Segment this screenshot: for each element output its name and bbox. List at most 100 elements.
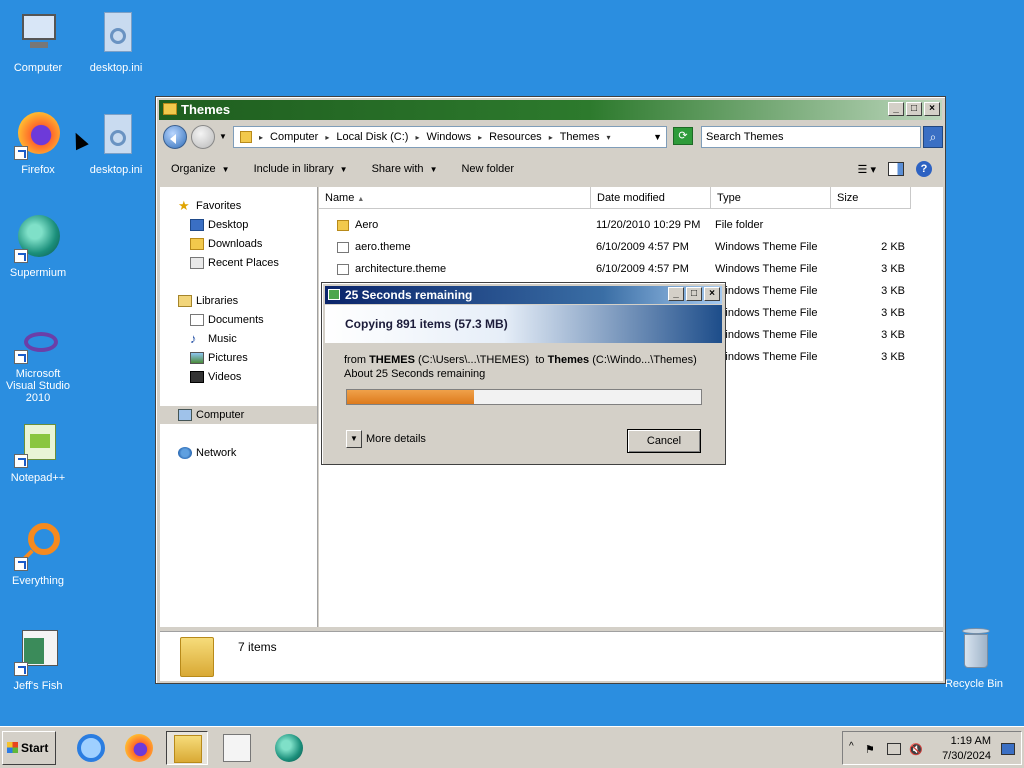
desktop-icon-notepad-plus[interactable]: Notepad++: [0, 420, 76, 484]
back-button[interactable]: [163, 125, 187, 149]
help-icon[interactable]: ?: [916, 161, 932, 177]
folder-icon: [337, 220, 349, 231]
desktop-icon-firefox[interactable]: Firefox: [0, 112, 76, 176]
desktop-icon-label: Computer: [13, 62, 63, 74]
column-header-size[interactable]: Size: [831, 187, 911, 209]
firefox-icon: [125, 734, 153, 762]
volume-muted-icon[interactable]: 🔇: [909, 743, 923, 756]
start-button[interactable]: Start: [2, 731, 56, 765]
shortcut-arrow-icon: [14, 249, 28, 263]
taskbar-firefox[interactable]: [118, 731, 160, 765]
desktop-icon-label: Jeff's Fish: [13, 680, 63, 692]
column-header-date[interactable]: Date modified: [591, 187, 711, 209]
shortcut-arrow-icon: [14, 557, 28, 571]
desktop-icon-everything[interactable]: Everything: [0, 523, 76, 587]
network-icon: [178, 447, 192, 459]
nav-recent-places[interactable]: Recent Places: [190, 254, 279, 272]
nav-pictures[interactable]: Pictures: [190, 349, 248, 367]
theme-file-icon: [337, 264, 349, 275]
desktop-icon-label: desktop.ini: [89, 62, 143, 74]
shortcut-arrow-icon: [14, 662, 28, 676]
everything-icon: [14, 523, 62, 571]
copy-progress-dialog[interactable]: 25 Seconds remaining _ □ × Copying 891 i…: [321, 282, 726, 465]
maximize-button[interactable]: □: [906, 102, 922, 116]
table-row[interactable]: architecture.theme 6/10/2009 4:57 PM Win…: [319, 259, 939, 281]
clock[interactable]: 1:19 AM 7/30/2024: [942, 734, 991, 764]
include-in-library-menu[interactable]: Include in library ▼: [242, 163, 360, 175]
address-dropdown-button[interactable]: ▼: [653, 132, 662, 142]
folder-icon: [174, 735, 202, 763]
breadcrumb-themes[interactable]: Themes: [560, 131, 600, 143]
nav-network[interactable]: Network: [178, 444, 236, 462]
chevron-down-icon[interactable]: ▼: [346, 430, 362, 448]
minimize-button[interactable]: _: [668, 287, 684, 301]
desktop-icon-desktop-ini[interactable]: desktop.ini: [78, 10, 154, 74]
address-row: ▼ ▸ Computer ▸ Local Disk (C:) ▸ Windows…: [159, 123, 943, 151]
table-row[interactable]: Aero 11/20/2010 10:29 PM File folder: [319, 215, 939, 237]
show-desktop-icon[interactable]: [1001, 743, 1015, 755]
time-remaining: About 25 Seconds remaining: [344, 368, 486, 380]
nav-downloads[interactable]: Downloads: [190, 235, 262, 253]
breadcrumb-resources[interactable]: Resources: [489, 131, 542, 143]
clock-date: 7/30/2024: [942, 750, 991, 762]
show-hidden-icons-button[interactable]: ^: [849, 741, 854, 752]
dialog-header: Copying 891 items (57.3 MB): [325, 305, 722, 343]
firefox-icon: [14, 112, 62, 160]
organize-menu[interactable]: Organize ▼: [159, 163, 242, 175]
desktop-icon-label: desktop.ini: [89, 164, 143, 176]
taskbar-media-player[interactable]: [216, 731, 258, 765]
nav-desktop[interactable]: Desktop: [190, 216, 248, 234]
search-input[interactable]: Search Themes: [701, 126, 921, 148]
preview-pane-icon[interactable]: [888, 162, 904, 176]
shortcut-arrow-icon: [14, 454, 28, 468]
taskbar-supermium[interactable]: [268, 731, 310, 765]
desktop-icon-computer[interactable]: Computer: [0, 10, 76, 74]
desktop-icon-label: Microsoft Visual Studio 2010: [5, 368, 70, 404]
breadcrumb-computer[interactable]: Computer: [270, 131, 318, 143]
breadcrumb-windows[interactable]: Windows: [426, 131, 471, 143]
item-count: 7 items: [238, 640, 277, 654]
share-with-menu[interactable]: Share with ▼: [360, 163, 450, 175]
nav-music[interactable]: ♪ Music: [190, 330, 237, 348]
maximize-button[interactable]: □: [686, 287, 702, 301]
nav-libraries[interactable]: Libraries: [178, 292, 238, 310]
address-bar[interactable]: ▸ Computer ▸ Local Disk (C:) ▸ Windows ▸…: [233, 126, 667, 148]
desktop-icon-supermium[interactable]: Supermium: [0, 215, 76, 279]
cancel-button[interactable]: Cancel: [627, 429, 701, 453]
desktop-icon-desktop-ini-2[interactable]: desktop.ini: [78, 112, 154, 176]
pictures-icon: [190, 352, 204, 364]
taskbar-internet-explorer[interactable]: [70, 731, 112, 765]
command-bar: Organize ▼ Include in library ▼ Share with…: [159, 155, 942, 183]
search-icon[interactable]: ⌕: [923, 126, 943, 148]
more-details-toggle[interactable]: ▼ More details: [346, 430, 426, 448]
minimize-button[interactable]: _: [888, 102, 904, 116]
settings-file-icon: [92, 112, 140, 160]
refresh-button[interactable]: ⟳: [673, 127, 693, 145]
network-icon[interactable]: [887, 743, 901, 755]
recent-pages-dropdown[interactable]: ▼: [219, 132, 227, 141]
forward-button[interactable]: [191, 125, 215, 149]
new-folder-button[interactable]: New folder: [449, 163, 526, 175]
theme-file-icon: [337, 242, 349, 253]
desktop-icon-jeffs-fish[interactable]: Jeff's Fish: [0, 628, 76, 692]
desktop-icon-visual-studio[interactable]: Microsoft Visual Studio 2010: [0, 328, 76, 404]
desktop-icon-label: Everything: [12, 575, 64, 587]
dialog-titlebar[interactable]: 25 Seconds remaining _ □ ×: [325, 286, 722, 304]
table-row[interactable]: aero.theme 6/10/2009 4:57 PM Windows The…: [319, 237, 939, 259]
column-header-type[interactable]: Type: [711, 187, 831, 209]
taskbar-explorer[interactable]: [166, 731, 208, 765]
close-button[interactable]: ×: [924, 102, 940, 116]
nav-videos[interactable]: Videos: [190, 368, 241, 386]
flag-icon[interactable]: ⚑: [865, 743, 879, 756]
desktop-icon-recycle-bin[interactable]: Recycle Bin: [936, 626, 1012, 690]
breadcrumb-local-disk[interactable]: Local Disk (C:): [336, 131, 408, 143]
nav-documents[interactable]: Documents: [190, 311, 264, 329]
view-options-icon[interactable]: ☰ ▾: [858, 163, 876, 176]
nav-computer[interactable]: Computer: [160, 406, 317, 424]
window-titlebar[interactable]: Themes _ □ ×: [159, 100, 942, 120]
windows-logo-icon: [7, 742, 18, 753]
close-button[interactable]: ×: [704, 287, 720, 301]
nav-favorites[interactable]: ★ Favorites: [178, 197, 241, 215]
column-header-name[interactable]: Name ▲: [319, 187, 591, 209]
progress-fill: [347, 390, 475, 404]
